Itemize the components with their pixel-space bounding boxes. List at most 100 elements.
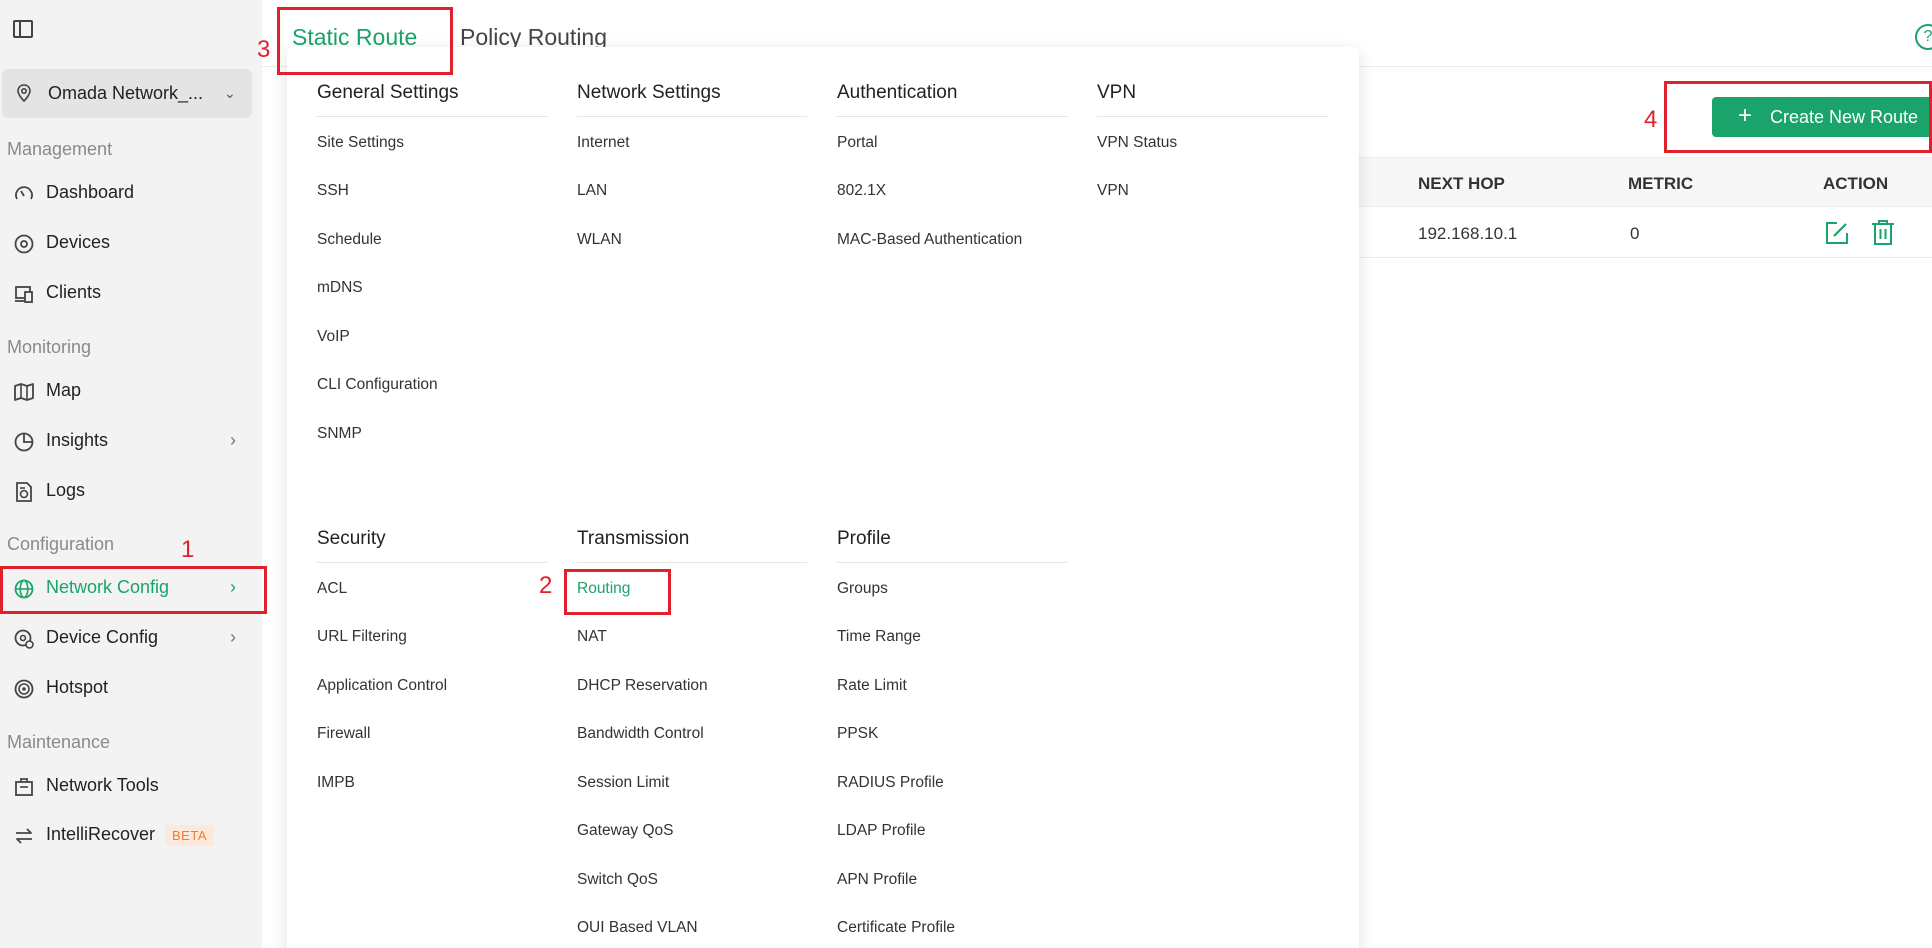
menu-item-snmp[interactable]: SNMP xyxy=(317,425,362,443)
menu-item-gateway-qos[interactable]: Gateway QoS xyxy=(577,822,674,840)
cell-metric: 0 xyxy=(1630,224,1640,243)
sidebar-item-insights[interactable]: Insights › xyxy=(0,419,262,463)
menu-item-session-limit[interactable]: Session Limit xyxy=(577,774,669,792)
chevron-right-icon: › xyxy=(230,430,236,450)
menu-item-schedule[interactable]: Schedule xyxy=(317,231,382,249)
annotation-box-3 xyxy=(277,7,453,75)
sidebar-item-label: Dashboard xyxy=(46,182,135,202)
sidebar-item-label: Map xyxy=(46,380,82,400)
menu-item-time-range[interactable]: Time Range xyxy=(837,628,921,646)
divider xyxy=(577,116,807,117)
menu-item-internet[interactable]: Internet xyxy=(577,134,630,152)
sidebar-item-label: Insights xyxy=(46,430,109,450)
menu-group-authentication: Authentication xyxy=(837,82,958,103)
menu-item-bandwidth-control[interactable]: Bandwidth Control xyxy=(577,725,704,743)
annotation-number-4: 4 xyxy=(1644,106,1658,133)
menu-group-transmission: Transmission xyxy=(577,528,690,549)
divider xyxy=(837,562,1067,563)
menu-item-ldap-profile[interactable]: LDAP Profile xyxy=(837,822,925,840)
sidebar-item-logs[interactable]: Logs xyxy=(0,469,262,513)
section-management: Management xyxy=(7,139,113,159)
menu-item-apn-profile[interactable]: APN Profile xyxy=(837,871,917,889)
toolbox-icon xyxy=(15,778,33,796)
sidebar-item-network-tools[interactable]: Network Tools xyxy=(0,764,262,808)
sidebar-item-dashboard[interactable]: Dashboard xyxy=(0,171,262,215)
sidebar-item-device-config[interactable]: Device Config › xyxy=(0,616,262,660)
menu-item-groups[interactable]: Groups xyxy=(837,580,888,598)
devices-icon xyxy=(14,234,34,254)
section-monitoring: Monitoring xyxy=(7,337,92,357)
menu-item-cli-configuration[interactable]: CLI Configuration xyxy=(317,376,438,394)
sidebar-item-intellirecover[interactable]: IntelliRecover BETA xyxy=(0,813,262,857)
menu-item-site-settings[interactable]: Site Settings xyxy=(317,134,404,152)
divider xyxy=(317,116,547,117)
sidebar-item-label: Devices xyxy=(46,232,111,252)
menu-item-mac-based-authentication[interactable]: MAC-Based Authentication xyxy=(837,231,1022,249)
location-pin-icon xyxy=(17,84,31,102)
divider xyxy=(577,562,807,563)
menu-item-802-1x[interactable]: 802.1X xyxy=(837,182,886,200)
logs-icon xyxy=(16,482,32,502)
menu-item-acl[interactable]: ACL xyxy=(317,580,347,598)
pie-chart-icon xyxy=(14,432,34,452)
annotation-box-2 xyxy=(564,569,671,615)
annotation-box-1 xyxy=(0,566,267,614)
annotation-number-2: 2 xyxy=(539,572,553,599)
menu-item-certificate-profile[interactable]: Certificate Profile xyxy=(837,919,955,937)
menu-item-nat[interactable]: NAT xyxy=(577,628,607,646)
menu-item-ppsk[interactable]: PPSK xyxy=(837,725,878,743)
menu-item-switch-qos[interactable]: Switch QoS xyxy=(577,871,658,889)
menu-group-network-settings: Network Settings xyxy=(577,82,721,103)
column-header-action: ACTION xyxy=(1823,174,1889,193)
menu-item-lan[interactable]: LAN xyxy=(577,182,607,200)
table-header: NEXT HOP METRIC ACTION xyxy=(1358,157,1932,207)
delete-icon[interactable] xyxy=(1871,219,1895,246)
sidebar-item-label: Logs xyxy=(46,480,86,500)
menu-item-vpn-status[interactable]: VPN Status xyxy=(1097,134,1177,152)
menu-item-rate-limit[interactable]: Rate Limit xyxy=(837,677,907,695)
clients-icon xyxy=(15,286,33,303)
sidebar-item-clients[interactable]: Clients xyxy=(0,271,262,315)
menu-item-vpn[interactable]: VPN xyxy=(1097,182,1129,200)
edit-icon[interactable] xyxy=(1824,220,1850,246)
annotation-box-4 xyxy=(1664,81,1932,153)
menu-item-mdns[interactable]: mDNS xyxy=(317,279,363,297)
chevron-down-icon: ⌄ xyxy=(224,85,236,101)
sidebar-item-label: Clients xyxy=(46,282,102,302)
site-selector[interactable]: Omada Network_... ⌄ xyxy=(2,69,252,118)
menu-item-portal[interactable]: Portal xyxy=(837,134,878,152)
hotspot-icon xyxy=(14,679,34,699)
map-icon xyxy=(14,383,34,401)
section-configuration: Configuration xyxy=(7,534,115,554)
sidebar: Omada Network_... ⌄ Management Dashboard… xyxy=(0,0,262,948)
sidebar-item-label: Device Config xyxy=(46,627,159,647)
sidebar-item-devices[interactable]: Devices xyxy=(0,221,262,265)
cell-next-hop: 192.168.10.1 xyxy=(1418,224,1518,243)
app-root: Omada Network_... ⌄ Management Dashboard… xyxy=(0,0,1932,948)
menu-item-voip[interactable]: VoIP xyxy=(317,328,350,346)
menu-item-url-filtering[interactable]: URL Filtering xyxy=(317,628,407,646)
annotation-number-3: 3 xyxy=(257,36,271,63)
section-maintenance: Maintenance xyxy=(7,732,111,752)
network-config-menu: General Settings Network Settings Authen… xyxy=(287,47,1359,948)
sidebar-item-map[interactable]: Map xyxy=(0,369,262,413)
menu-item-oui-based-vlan[interactable]: OUI Based VLAN xyxy=(577,919,698,937)
beta-badge: BETA xyxy=(165,825,214,846)
sidebar-item-label: Network Tools xyxy=(46,775,159,795)
menu-item-impb[interactable]: IMPB xyxy=(317,774,355,792)
sidebar-item-hotspot[interactable]: Hotspot xyxy=(0,666,262,710)
help-icon[interactable]: ? xyxy=(1915,24,1932,50)
sidebar-toggle-icon[interactable] xyxy=(13,20,33,38)
menu-item-radius-profile[interactable]: RADIUS Profile xyxy=(837,774,944,792)
menu-item-wlan[interactable]: WLAN xyxy=(577,231,622,249)
sidebar-item-label: IntelliRecover xyxy=(46,824,156,844)
menu-item-ssh[interactable]: SSH xyxy=(317,182,349,200)
menu-group-security: Security xyxy=(317,528,386,549)
divider xyxy=(317,562,547,563)
menu-item-dhcp-reservation[interactable]: DHCP Reservation xyxy=(577,677,708,695)
menu-group-vpn: VPN xyxy=(1097,82,1137,103)
column-header-next-hop: NEXT HOP xyxy=(1418,174,1505,193)
divider xyxy=(1097,116,1329,117)
menu-item-firewall[interactable]: Firewall xyxy=(317,725,370,743)
menu-item-application-control[interactable]: Application Control xyxy=(317,677,447,695)
